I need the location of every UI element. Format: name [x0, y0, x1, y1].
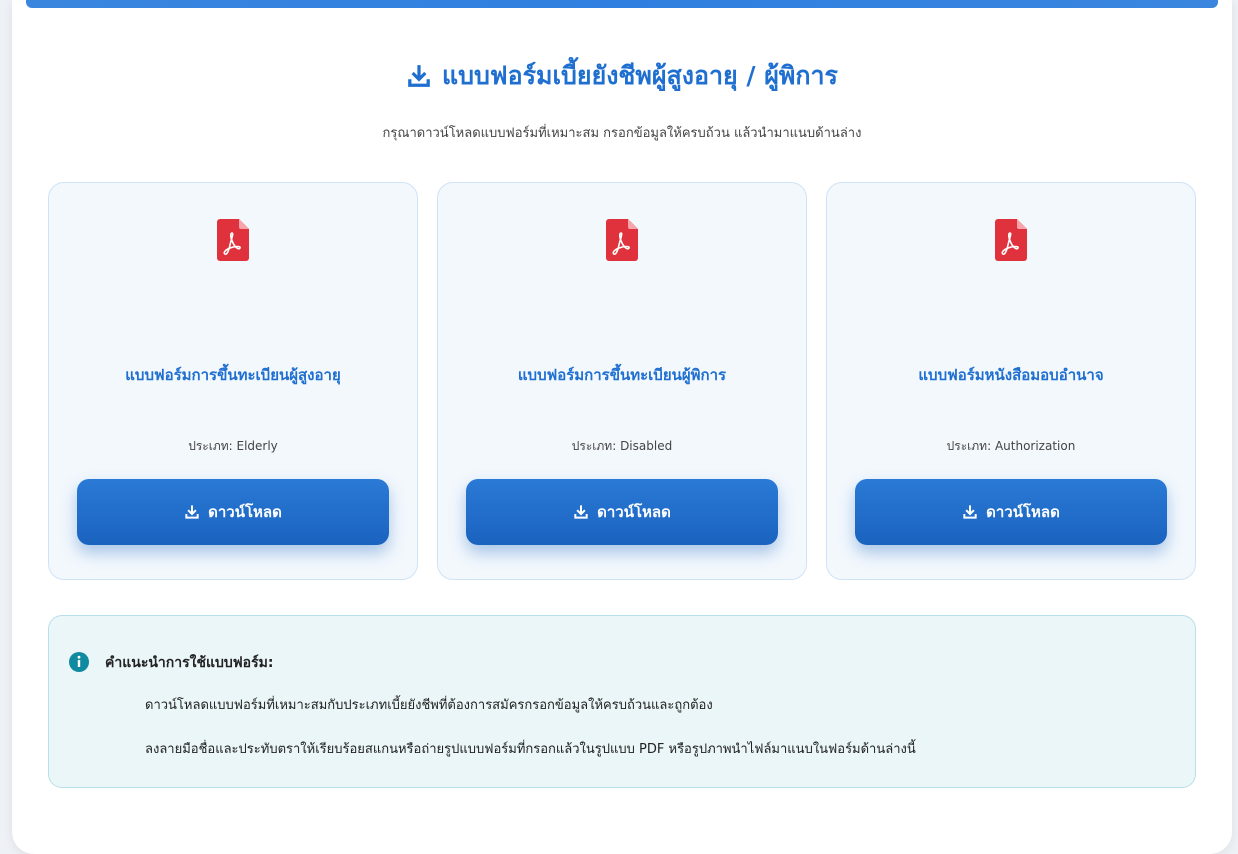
instruction-line: ดาวน์โหลดแบบฟอร์มที่เหมาะสมกับประเภทเบี้…: [145, 698, 713, 713]
download-button-label: ดาวน์โหลด: [986, 503, 1060, 521]
download-icon: [963, 505, 977, 519]
page-title: แบบฟอร์มเบี้ยยังชีพผู้สูงอายุ / ผู้พิการ: [442, 61, 838, 90]
download-button-authorization[interactable]: ดาวน์โหลด: [855, 479, 1167, 545]
download-button-label: ดาวน์โหลด: [208, 503, 282, 521]
download-button-elderly[interactable]: ดาวน์โหลด: [77, 479, 389, 545]
instructions-heading: คำแนะนำการใช้แบบฟอร์ม:: [105, 655, 274, 671]
form-card-disabled: แบบฟอร์มการขึ้นทะเบียนผู้พิการ ประเภท: D…: [437, 182, 807, 580]
card-type-label: ประเภท: Disabled: [571, 439, 673, 453]
card-title: แบบฟอร์มการขึ้นทะเบียนผู้พิการ: [517, 366, 727, 384]
download-icon: [408, 65, 430, 87]
page-subtitle: กรุณาดาวน์โหลดแบบฟอร์มที่เหมาะสม กรอกข้อ…: [382, 126, 862, 141]
info-icon: [69, 652, 89, 672]
forms-panel: แบบฟอร์มเบี้ยยังชีพผู้สูงอายุ / ผู้พิการ…: [12, 0, 1232, 854]
instruction-line: ลงลายมือชื่อและประทับตราให้เรียบร้อยสแกน…: [145, 742, 916, 757]
card-title: แบบฟอร์มหนังสือมอบอำนาจ: [918, 366, 1104, 384]
pdf-file-icon: [217, 219, 249, 261]
download-icon: [574, 505, 588, 519]
page-title-row: แบบฟอร์มเบี้ยยังชีพผู้สูงอายุ / ผู้พิการ: [12, 56, 1232, 96]
form-card-elderly: แบบฟอร์มการขึ้นทะเบียนผู้สูงอายุ ประเภท:…: [48, 182, 418, 580]
form-cards: แบบฟอร์มการขึ้นทะเบียนผู้สูงอายุ ประเภท:…: [48, 182, 1196, 580]
download-button-label: ดาวน์โหลด: [597, 503, 671, 521]
download-icon: [185, 505, 199, 519]
pdf-file-icon: [995, 219, 1027, 261]
instructions-box: คำแนะนำการใช้แบบฟอร์ม: ดาวน์โหลดแบบฟอร์ม…: [48, 615, 1196, 788]
download-button-disabled[interactable]: ดาวน์โหลด: [466, 479, 778, 545]
top-accent-bar: [26, 0, 1218, 8]
pdf-file-icon: [606, 219, 638, 261]
card-type-label: ประเภท: Elderly: [188, 439, 278, 453]
form-card-authorization: แบบฟอร์มหนังสือมอบอำนาจ ประเภท: Authoriz…: [826, 182, 1196, 580]
card-type-label: ประเภท: Authorization: [946, 439, 1076, 453]
card-title: แบบฟอร์มการขึ้นทะเบียนผู้สูงอายุ: [125, 366, 341, 384]
